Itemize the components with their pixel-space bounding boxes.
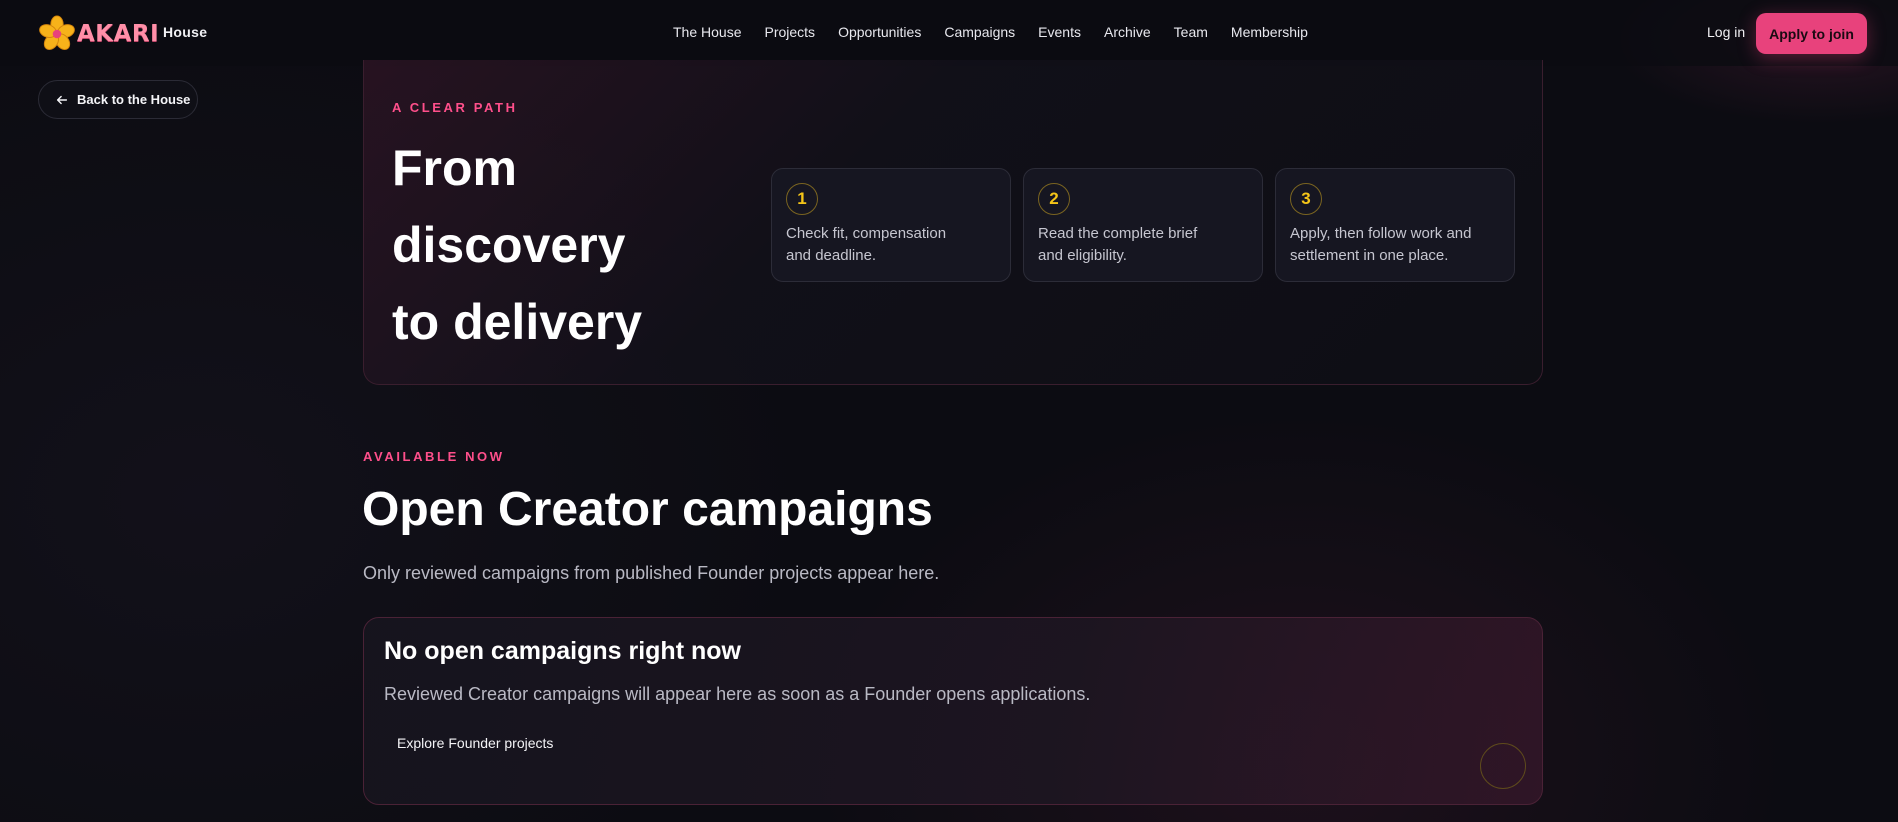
path-title-line: From (392, 140, 517, 196)
brand-name: AKARI (77, 21, 160, 47)
empty-state-card: No open campaigns right now Reviewed Cre… (363, 617, 1543, 805)
login-link[interactable]: Log in (1707, 24, 1745, 40)
nav-item-archive[interactable]: Archive (1104, 24, 1151, 40)
main-nav: The House Projects Opportunities Campaig… (673, 24, 1331, 40)
apply-to-join-button[interactable]: Apply to join (1756, 13, 1867, 54)
step-card: 3 Apply, then follow work and settlement… (1275, 168, 1515, 282)
nav-item-campaigns[interactable]: Campaigns (944, 24, 1015, 40)
explore-founder-projects-link[interactable]: Explore Founder projects (397, 735, 553, 751)
nav-item-events[interactable]: Events (1038, 24, 1081, 40)
empty-state-title: No open campaigns right now (384, 637, 741, 665)
nav-item-membership[interactable]: Membership (1231, 24, 1308, 40)
nav-item-projects[interactable]: Projects (764, 24, 815, 40)
step-card: 2 Read the complete brief and eligibilit… (1023, 168, 1263, 282)
section-subtitle: Only reviewed campaigns from published F… (363, 563, 940, 583)
nav-item-opportunities[interactable]: Opportunities (838, 24, 921, 40)
path-title: From discovery to delivery (392, 130, 712, 361)
empty-state-text: Reviewed Creator campaigns will appear h… (384, 684, 1091, 704)
back-label: Back to the House (77, 92, 191, 107)
step-number-badge: 1 (786, 183, 818, 215)
brand-logo[interactable]: AKARI (38, 15, 159, 53)
nav-item-team[interactable]: Team (1174, 24, 1208, 40)
step-text: Read the complete brief and eligibility. (1038, 225, 1198, 264)
section-title: Open Creator campaigns (362, 483, 933, 536)
step-number-badge: 2 (1038, 183, 1070, 215)
available-eyebrow: AVAILABLE NOW (363, 449, 505, 464)
step-card: 1 Check fit, compensation and deadline. (771, 168, 1011, 282)
path-title-line: discovery (392, 217, 626, 273)
arrow-left-icon (56, 95, 68, 104)
back-to-house-button[interactable]: Back to the House (38, 80, 198, 119)
clear-path-card: A CLEAR PATH From discovery to delivery … (363, 60, 1543, 385)
top-navigation-bar: AKARI House The House Projects Opportuni… (0, 0, 1898, 66)
brand-subtitle: House (163, 24, 208, 40)
decorative-circle (1480, 743, 1526, 789)
nav-item-the-house[interactable]: The House (673, 24, 741, 40)
step-number-badge: 3 (1290, 183, 1322, 215)
path-title-line: to delivery (392, 294, 643, 350)
step-text: Apply, then follow work and settlement i… (1290, 225, 1472, 264)
path-eyebrow: A CLEAR PATH (392, 100, 518, 115)
step-text: Check fit, compensation and deadline. (786, 225, 947, 264)
flower-icon (39, 15, 75, 50)
